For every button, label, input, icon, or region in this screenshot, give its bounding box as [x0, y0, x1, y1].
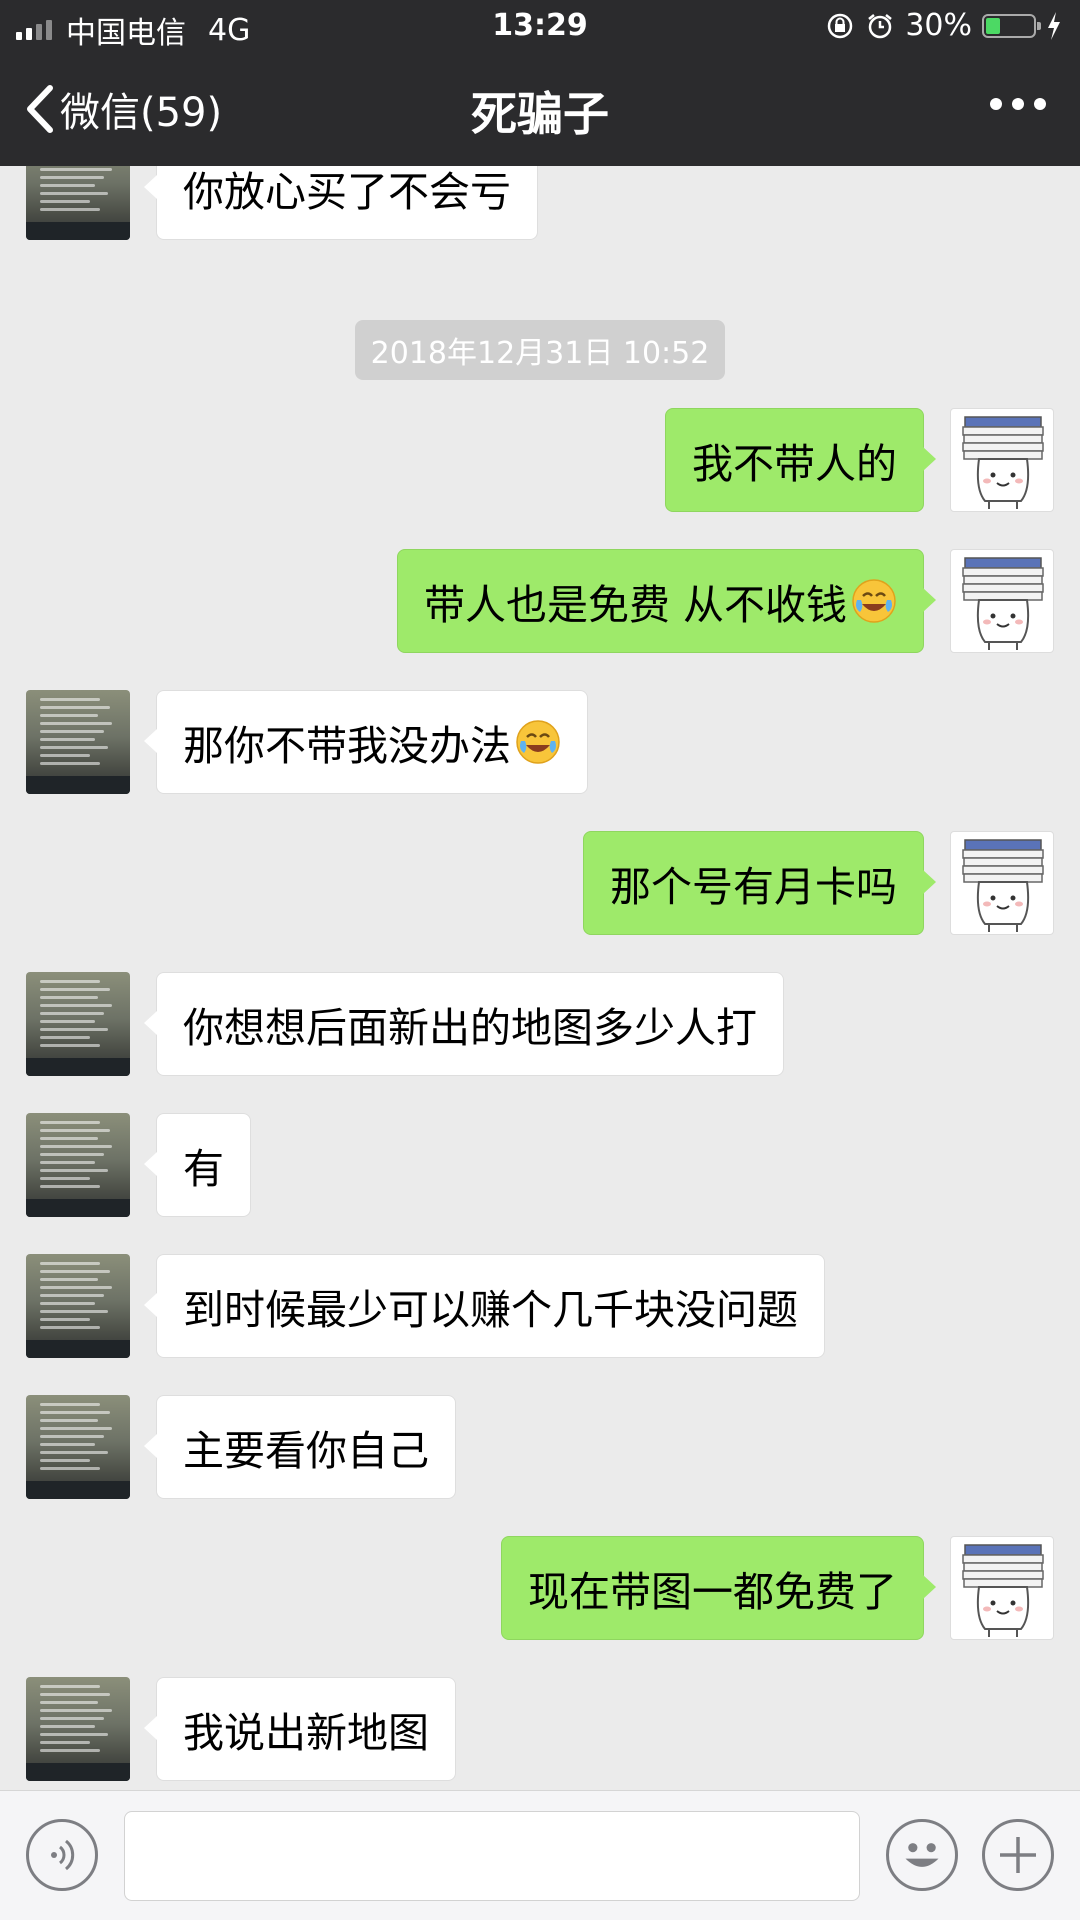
- my-avatar[interactable]: [950, 549, 1054, 653]
- more-options-button[interactable]: [990, 98, 1046, 110]
- contact-avatar[interactable]: [26, 1254, 130, 1358]
- message-text: 有: [183, 1145, 224, 1193]
- message-bubble[interactable]: 我说出新地图: [144, 1677, 456, 1781]
- message-bubble[interactable]: 带人也是免费 从不收钱: [396, 549, 937, 653]
- rotation-lock-icon: [828, 13, 853, 38]
- my-avatar[interactable]: [950, 1536, 1054, 1640]
- voice-input-button[interactable]: [26, 1819, 98, 1891]
- message-bubble[interactable]: 现在带图一都免费了: [501, 1536, 936, 1640]
- message-text: 现在带图一都免费了: [528, 1568, 897, 1616]
- message-bubble[interactable]: 到时候最少可以赚个几千块没问题: [144, 1254, 825, 1358]
- message-text: 你放心买了不会亏: [183, 168, 511, 216]
- message-text: 我说出新地图: [183, 1709, 429, 1757]
- message-text: 主要看你自己: [183, 1427, 429, 1475]
- contact-avatar[interactable]: [26, 1395, 130, 1499]
- emoji-smile-icon: [905, 1843, 939, 1867]
- battery-level: [986, 17, 1000, 34]
- message-bubble[interactable]: 我不带人的: [665, 408, 936, 512]
- book-stack-character-icon: [962, 557, 1044, 650]
- message-list[interactable]: 2018年12月31日 10:52 你放心买了不会亏我不带人的带人也是免费 从不…: [0, 166, 1080, 1790]
- more-dots-icon: [990, 98, 1002, 110]
- chat-title: 死骗子: [471, 87, 609, 141]
- message-text: 那你不带我没办法: [183, 722, 511, 770]
- message-bubble[interactable]: 主要看你自己: [144, 1395, 456, 1499]
- message-bubble[interactable]: 那你不带我没办法: [144, 690, 588, 794]
- contact-avatar[interactable]: [26, 166, 130, 240]
- my-avatar[interactable]: [950, 408, 1054, 512]
- message-input[interactable]: [124, 1811, 860, 1901]
- voice-input-icon: [51, 1839, 75, 1871]
- message-text: 到时候最少可以赚个几千块没问题: [183, 1286, 798, 1334]
- emoji-button[interactable]: [886, 1819, 958, 1891]
- message-text: 带人也是免费 从不收钱: [423, 581, 847, 629]
- message-text: 那个号有月卡吗: [610, 863, 897, 911]
- message-bubble[interactable]: 你想想后面新出的地图多少人打: [144, 972, 784, 1076]
- incoming-message: 你想想后面新出的地图多少人打: [0, 972, 1080, 1076]
- battery-icon: [982, 13, 1041, 38]
- outgoing-message: 我不带人的: [0, 408, 1080, 512]
- book-stack-character-icon: [962, 416, 1044, 509]
- incoming-message: 到时候最少可以赚个几千块没问题: [0, 1254, 1080, 1358]
- incoming-message: 主要看你自己: [0, 1395, 1080, 1499]
- incoming-message: 我说出新地图: [0, 1677, 1080, 1781]
- incoming-message: 你放心买了不会亏: [0, 166, 1080, 240]
- contact-avatar[interactable]: [26, 972, 130, 1076]
- message-bubble[interactable]: 你放心买了不会亏: [144, 166, 538, 240]
- charging-icon: [1048, 11, 1060, 40]
- contact-avatar[interactable]: [26, 1677, 130, 1781]
- message-bubble[interactable]: 那个号有月卡吗: [583, 831, 936, 935]
- incoming-message: 那你不带我没办法: [0, 690, 1080, 794]
- book-stack-character-icon: [962, 1544, 1044, 1637]
- plus-icon: [1000, 1837, 1036, 1873]
- laughing-crying-emoji: [516, 720, 560, 764]
- timestamp-text: 2018年12月31日 10:52: [354, 320, 726, 380]
- message-text: 你想想后面新出的地图多少人打: [183, 1004, 757, 1052]
- incoming-message: 有: [0, 1113, 1080, 1217]
- message-text: 我不带人的: [692, 440, 897, 488]
- more-functions-button[interactable]: [982, 1819, 1054, 1891]
- contact-avatar[interactable]: [26, 690, 130, 794]
- contact-avatar[interactable]: [26, 1113, 130, 1217]
- outgoing-message: 那个号有月卡吗: [0, 831, 1080, 935]
- alarm-icon: [868, 13, 893, 38]
- status-bar: 中国电信 4G 13:29 30%: [0, 0, 1080, 54]
- input-bar: [0, 1790, 1080, 1920]
- book-stack-character-icon: [962, 839, 1044, 932]
- outgoing-message: 现在带图一都免费了: [0, 1536, 1080, 1640]
- laughing-crying-emoji: [852, 579, 896, 623]
- my-avatar[interactable]: [950, 831, 1054, 935]
- battery-percent: 30%: [905, 8, 972, 43]
- timestamp-divider: 2018年12月31日 10:52: [0, 320, 1080, 380]
- chat-header: 微信(59) 死骗子: [0, 54, 1080, 166]
- message-bubble[interactable]: 有: [144, 1113, 251, 1217]
- outgoing-message: 带人也是免费 从不收钱: [0, 549, 1080, 653]
